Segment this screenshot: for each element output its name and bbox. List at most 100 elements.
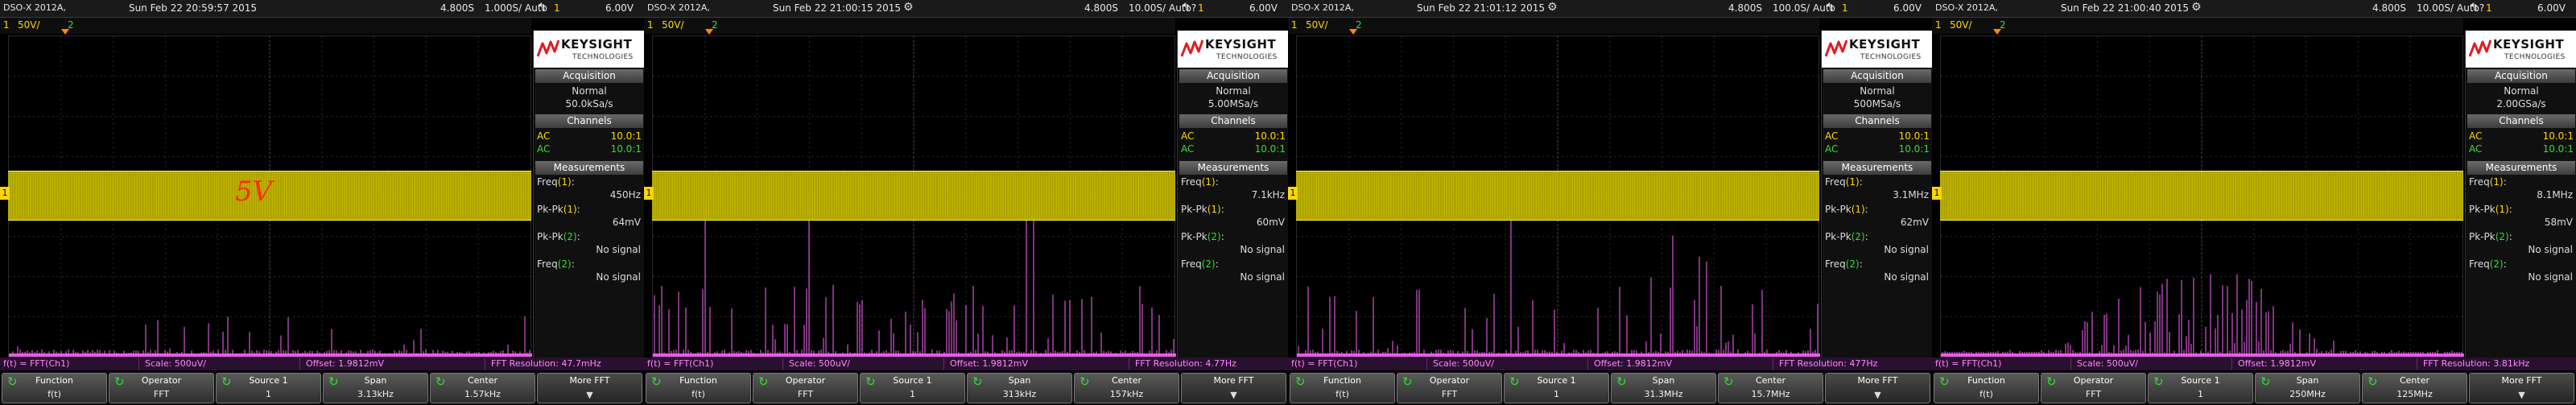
acquisition-header[interactable]: Acquisition bbox=[1179, 69, 1287, 83]
softkey-menu: ↻ Function f(t) ↻ Operator FFT ↻ Source … bbox=[0, 371, 644, 405]
softkey-value: f(t) bbox=[1979, 389, 1993, 399]
softkey-label: Operator bbox=[1429, 375, 1470, 386]
acquisition-header[interactable]: Acquisition bbox=[1823, 69, 1931, 83]
acquisition-mode: Normal bbox=[2504, 85, 2539, 97]
source-softkey[interactable]: ↻ Source 1 1 bbox=[2148, 373, 2253, 403]
ch1-ground-marker-icon[interactable]: 1 bbox=[0, 187, 10, 200]
keysight-logo: KEYSIGHT TECHNOLOGIES bbox=[1822, 31, 1932, 68]
ch1-label[interactable]: 1 bbox=[1291, 19, 1298, 31]
info-sidebar: KEYSIGHT TECHNOLOGIES Acquisition Normal… bbox=[2465, 31, 2576, 357]
center-softkey[interactable]: ↻ Center 157kHz bbox=[1074, 373, 1179, 403]
logo-name: KEYSIGHT bbox=[1205, 37, 1277, 52]
more-fft-softkey[interactable]: More FFT ▼ bbox=[2469, 373, 2574, 403]
channels-header[interactable]: Channels bbox=[535, 114, 643, 128]
chevron-down-icon: ▼ bbox=[2518, 390, 2525, 400]
span-softkey[interactable]: ↻ Span 3.13kHz bbox=[323, 373, 428, 403]
sample-rate: 10.00S/ bbox=[1129, 2, 1166, 14]
trigger-level: 6.00V bbox=[1893, 2, 1922, 14]
measurements-header[interactable]: Measurements bbox=[535, 161, 643, 175]
info-sidebar: KEYSIGHT TECHNOLOGIES Acquisition Normal… bbox=[1821, 31, 1932, 357]
span-softkey[interactable]: ↻ Span 31.3MHz bbox=[1611, 373, 1716, 403]
keysight-wave-icon bbox=[2469, 39, 2491, 57]
softkey-value: FFT bbox=[153, 389, 170, 399]
softkey-label: Source 1 bbox=[1537, 375, 1576, 386]
channels-header[interactable]: Channels bbox=[1179, 114, 1287, 128]
divider bbox=[138, 358, 139, 370]
keysight-logo: KEYSIGHT TECHNOLOGIES bbox=[2466, 31, 2576, 68]
oscilloscope-screen-3: DSO-X 2012A, Sun Feb 22 21:01:12 2015 ⚙ … bbox=[1288, 0, 1932, 405]
operator-softkey[interactable]: ↻ Operator FFT bbox=[109, 373, 214, 403]
acquisition-header[interactable]: Acquisition bbox=[535, 69, 643, 83]
measurement-1-value: 7.1kHz bbox=[1251, 189, 1285, 200]
source-softkey[interactable]: ↻ Source 1 1 bbox=[1504, 373, 1609, 403]
softkey-label: Span bbox=[364, 375, 387, 386]
ch1-scale: 50V/ bbox=[662, 19, 684, 31]
span-softkey[interactable]: ↻ Span 250MHz bbox=[2255, 373, 2360, 403]
ch1-ground-marker-icon[interactable]: 1 bbox=[1932, 187, 1942, 200]
measurements-header[interactable]: Measurements bbox=[2467, 161, 2575, 175]
acquisition-mode: Normal bbox=[572, 85, 607, 97]
span-softkey[interactable]: ↻ Span 313kHz bbox=[967, 373, 1072, 403]
channels-header[interactable]: Channels bbox=[1823, 114, 1931, 128]
operator-softkey[interactable]: ↻ Operator FFT bbox=[2041, 373, 2146, 403]
ch1-label[interactable]: 1 bbox=[1935, 19, 1942, 31]
more-fft-softkey[interactable]: More FFT ▼ bbox=[1181, 373, 1286, 403]
measurement-2-label: Pk-Pk(1): bbox=[2469, 204, 2512, 215]
math-function: f(t) = FFT(Ch1) bbox=[647, 358, 714, 369]
logo-subtitle: TECHNOLOGIES bbox=[2504, 53, 2566, 61]
source-softkey[interactable]: ↻ Source 1 1 bbox=[216, 373, 321, 403]
more-fft-softkey[interactable]: More FFT ▼ bbox=[537, 373, 642, 403]
measurements-header[interactable]: Measurements bbox=[1179, 161, 1287, 175]
function-softkey[interactable]: ↻ Function f(t) bbox=[2, 373, 107, 403]
divider bbox=[782, 358, 783, 370]
ch1-waveform-trace bbox=[652, 171, 1175, 221]
center-softkey[interactable]: ↻ Center 1.57kHz bbox=[430, 373, 535, 403]
softkey-label: Center bbox=[2399, 375, 2430, 386]
softkey-label: More FFT bbox=[569, 375, 610, 386]
ch1-ground-marker-icon[interactable]: 1 bbox=[1288, 187, 1298, 200]
run-status-icon: ⚙ bbox=[1547, 1, 1558, 14]
acquisition-header[interactable]: Acquisition bbox=[2467, 69, 2575, 83]
run-status-icon: ⚙ bbox=[903, 1, 914, 14]
datetime-label: Sun Feb 22 20:59:57 2015 bbox=[129, 2, 258, 14]
logo-subtitle: TECHNOLOGIES bbox=[1860, 53, 1922, 61]
channels-header[interactable]: Channels bbox=[2467, 114, 2575, 128]
keysight-logo: KEYSIGHT TECHNOLOGIES bbox=[1178, 31, 1288, 68]
measurement-3-label: Pk-Pk(2): bbox=[1181, 231, 1224, 242]
math-offset: Offset: 1.9812mV bbox=[1594, 358, 1672, 369]
measurement-4-label: Freq(2): bbox=[537, 258, 575, 270]
operator-softkey[interactable]: ↻ Operator FFT bbox=[753, 373, 858, 403]
measurement-2-label: Pk-Pk(1): bbox=[537, 204, 580, 215]
timebase-scale: 4.800S bbox=[1084, 2, 1118, 14]
acquisition-mode: Normal bbox=[1216, 85, 1251, 97]
math-offset: Offset: 1.9812mV bbox=[2238, 358, 2316, 369]
acquisition-rate: 50.0kSa/s bbox=[565, 98, 613, 110]
ch1-label[interactable]: 1 bbox=[647, 19, 654, 31]
operator-softkey[interactable]: ↻ Operator FFT bbox=[1397, 373, 1502, 403]
math-status-strip: f(t) = FFT(Ch1) Scale: 500uV/ Offset: 1.… bbox=[0, 357, 644, 370]
function-softkey[interactable]: ↻ Function f(t) bbox=[1934, 373, 2039, 403]
sample-rate: 100.0S/ bbox=[1773, 2, 1810, 14]
center-softkey[interactable]: ↻ Center 125MHz bbox=[2362, 373, 2467, 403]
fft-resolution: FFT Resolution: 4.77Hz bbox=[1135, 358, 1236, 369]
function-softkey[interactable]: ↻ Function f(t) bbox=[646, 373, 751, 403]
more-fft-softkey[interactable]: More FFT ▼ bbox=[1825, 373, 1930, 403]
ch1-ground-marker-icon[interactable]: 1 bbox=[644, 187, 654, 200]
ch1-coupling: AC bbox=[2469, 130, 2483, 142]
measurement-1-label: Freq(1): bbox=[1181, 176, 1219, 188]
run-status-icon: ⚙ bbox=[2191, 1, 2202, 14]
channel-bar: 1 50V/ 2 bbox=[0, 18, 531, 34]
source-softkey[interactable]: ↻ Source 1 1 bbox=[860, 373, 965, 403]
softkey-label: Operator bbox=[141, 375, 182, 386]
center-softkey[interactable]: ↻ Center 15.7MHz bbox=[1718, 373, 1823, 403]
status-bar: DSO-X 2012A, Sun Feb 22 20:59:57 2015 4.… bbox=[0, 0, 644, 18]
function-softkey[interactable]: ↻ Function f(t) bbox=[1290, 373, 1395, 403]
trigger-channel: 1 bbox=[554, 2, 560, 14]
ch1-label[interactable]: 1 bbox=[3, 19, 10, 31]
info-sidebar: KEYSIGHT TECHNOLOGIES Acquisition Normal… bbox=[533, 31, 644, 357]
measurements-header[interactable]: Measurements bbox=[1823, 161, 1931, 175]
screenshot-row: DSO-X 2012A, Sun Feb 22 20:59:57 2015 4.… bbox=[0, 0, 2576, 405]
measurement-3-value: No signal bbox=[1884, 244, 1929, 255]
measurement-3-label: Pk-Pk(2): bbox=[537, 231, 580, 242]
math-function: f(t) = FFT(Ch1) bbox=[3, 358, 70, 369]
